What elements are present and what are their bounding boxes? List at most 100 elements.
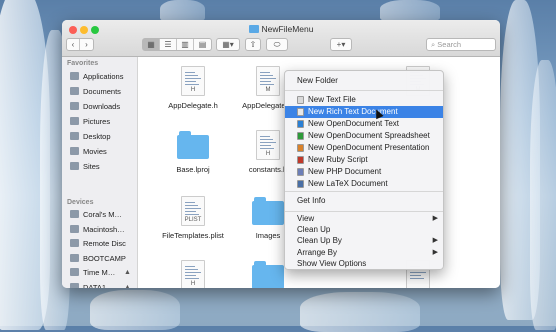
sidebar: Favorites Applications Documents Downloads… [62,57,138,288]
hard-drive-icon [70,282,79,288]
sidebar-device-item[interactable]: Coral's M… [70,209,122,221]
plus-icon: +▾ [336,40,346,49]
new-folder-item[interactable]: New Folder [285,75,443,87]
movies-icon [70,147,79,155]
list-view-button[interactable]: ☰ [160,39,177,50]
remote-disc-icon [70,239,79,247]
menu-item-new-rich-text-document[interactable]: New Rich Text Document [285,106,443,118]
menu-separator [285,90,443,91]
eject-icon[interactable]: ▲ [124,269,131,276]
menu-separator [285,191,443,192]
back-button[interactable]: ‹ [67,39,80,50]
computer-icon [70,210,79,218]
cover-flow-button[interactable]: ▤ [194,39,211,50]
documents-icon [70,87,79,95]
chevron-right-icon: › [85,40,88,49]
sidebar-item-applications[interactable]: Applications [70,71,123,83]
submenu-arrow-icon: ▶ [432,237,438,245]
sidebar-device-item[interactable]: DATA1 [70,282,106,288]
share-button[interactable]: ⇧ [245,38,261,51]
arrange-grid-icon: ▦▾ [222,40,234,49]
sidebar-item-movies[interactable]: Movies [70,146,107,158]
sidebar-item-sites[interactable]: Sites [70,161,100,173]
sidebar-device-item[interactable]: BOOTCAMP [70,253,126,265]
document-icon: PLIST [181,196,205,226]
menu-item-new-opendocument-spreadsheet[interactable]: New OpenDocument Spreadsheet [285,130,443,142]
file-name: Base.lproj [176,165,210,174]
menu-separator [285,211,443,212]
icon-view-button[interactable]: ▦ [143,39,160,50]
sidebar-device-item[interactable]: Time M… [70,267,115,279]
odp-icon [297,144,304,152]
menu-item-new-opendocument-presentation[interactable]: New OpenDocument Presentation [285,142,443,154]
folder-icon [252,261,284,288]
ruby-icon [297,156,304,164]
menu-item-new-text-file[interactable]: New Text File [285,94,443,106]
submenu-arrow-icon: ▶ [432,248,438,256]
applications-icon [70,72,79,80]
latex-icon [297,180,304,188]
sidebar-item-downloads[interactable]: Downloads [70,101,120,113]
folder-item[interactable]: Base.lproj [158,125,228,187]
title-bar: NewFileMenu ‹ › ▦ ☰ ▥ ▤ ▦▾ ⇧ ⬭ +▾ ⌕ Search [62,20,500,57]
favorites-header: Favorites [67,60,99,67]
document-icon: H [181,66,205,96]
tag-button[interactable]: ⬭ [266,38,288,51]
sidebar-item-desktop[interactable]: Desktop [70,131,111,143]
rich-text-icon [297,108,304,116]
get-info-item[interactable]: Get Info [285,195,443,207]
forward-button[interactable]: › [80,39,93,50]
document-icon: M [256,66,280,96]
php-icon [297,168,304,176]
menu-item-new-latex-document[interactable]: New LaTeX Document [285,178,443,190]
sidebar-device-item[interactable]: Remote Disc [70,238,126,250]
menu-item-show-view-options[interactable]: Show View Options [285,258,443,270]
icon-view-icon: ▦ [147,40,155,49]
eject-icon[interactable]: ▲ [124,284,131,289]
folder-icon [70,162,79,170]
file-item[interactable]: H AppDelegate.h [158,61,228,123]
document-icon: H [181,260,205,288]
menu-item-clean-up-by[interactable]: Clean Up By ▶ [285,235,443,247]
search-field[interactable]: ⌕ Search [426,38,496,51]
sidebar-item-documents[interactable]: Documents [70,86,121,98]
folder-icon [248,25,259,33]
window-title: NewFileMenu [62,24,500,34]
folder-icon [177,131,209,159]
pictures-icon [70,117,79,125]
submenu-arrow-icon: ▶ [432,215,438,222]
view-mode-control: ▦ ☰ ▥ ▤ [142,38,212,51]
file-name: FileTemplates.plist [162,231,224,240]
file-item[interactable]: PLIST FileTemplates.plist [158,191,228,253]
text-file-icon [297,96,304,104]
odt-icon [297,120,304,128]
column-view-icon: ▥ [181,40,189,49]
arrange-button[interactable]: ▦▾ [216,38,240,51]
downloads-icon [70,102,79,110]
cover-flow-icon: ▤ [198,40,207,49]
action-button[interactable]: +▾ [330,38,352,51]
menu-item-view[interactable]: View ▶ [285,213,443,225]
time-machine-icon [70,268,79,276]
menu-item-clean-up[interactable]: Clean Up [285,224,443,236]
chevron-left-icon: ‹ [71,40,75,49]
menu-item-new-php-document[interactable]: New PHP Document [285,166,443,178]
column-view-button[interactable]: ▥ [177,39,194,50]
file-name: AppDelegate.h [168,101,218,110]
folder-icon [252,197,284,225]
hard-drive-icon [70,224,79,233]
list-view-icon: ☰ [164,40,172,49]
back-forward-control: ‹ › [66,38,94,51]
document-icon: H [256,130,280,160]
menu-item-arrange-by[interactable]: Arrange By ▶ [285,247,443,259]
context-menu: New Folder New Text File New Rich Text Do… [284,70,444,270]
tag-icon: ⬭ [273,40,281,49]
devices-header: Devices [67,199,94,206]
sidebar-item-pictures[interactable]: Pictures [70,116,110,128]
file-item[interactable]: H [158,255,228,288]
sidebar-device-item[interactable]: Macintosh… [70,224,125,236]
desktop-icon [70,132,79,140]
share-icon: ⇧ [249,40,257,49]
menu-item-new-opendocument-text[interactable]: New OpenDocument Text [285,118,443,130]
menu-item-new-ruby-script[interactable]: New Ruby Script [285,154,443,166]
